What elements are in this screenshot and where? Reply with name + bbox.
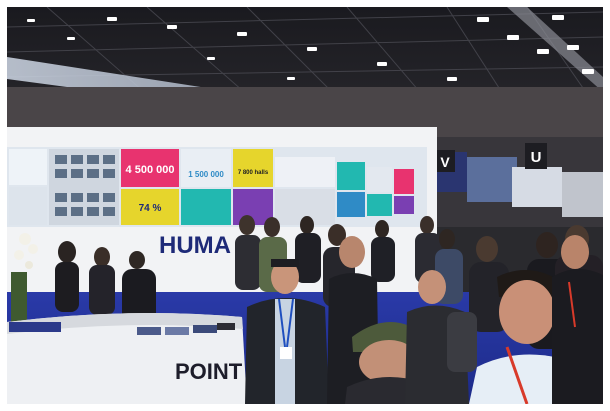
hall-sign-u-text: U	[531, 149, 542, 166]
stat-text-4: 74 %	[139, 203, 162, 214]
counter-text: POINT	[175, 359, 243, 384]
stat-text-1: 4 500 000	[126, 164, 175, 176]
exhibition-hall-photo: V U 4 500 000 1 500 000 7 800 halls 74 %	[7, 7, 603, 404]
scene-svg: V U 4 500 000 1 500 000 7 800 halls 74 %	[7, 7, 603, 404]
stat-text-3: 7 800 halls	[238, 170, 269, 176]
stat-panel-light	[181, 149, 231, 187]
far-booth-3	[512, 167, 562, 207]
booth-brand-text: HUMA	[159, 232, 231, 259]
far-booth-2	[467, 157, 517, 202]
stat-text-2: 1 500 000	[188, 170, 224, 179]
stat-panel-yellow-2	[233, 149, 273, 187]
video-wall	[7, 147, 427, 227]
hall-sign-v-text: V	[440, 154, 450, 170]
stat-panel-teal	[181, 189, 231, 225]
far-booth-4	[562, 172, 603, 217]
